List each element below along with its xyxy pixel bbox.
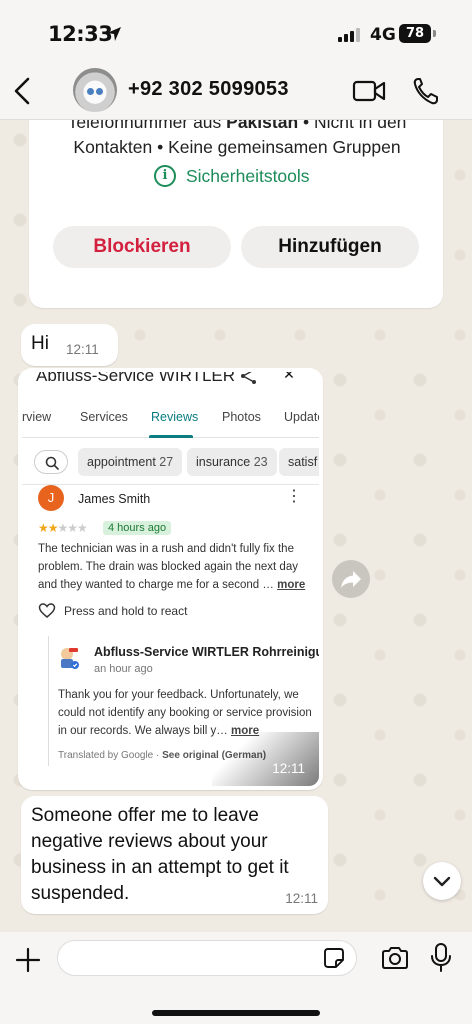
microphone-icon[interactable] bbox=[430, 942, 452, 974]
reviewer-name: James Smith bbox=[78, 492, 151, 506]
owner-name: Abfluss-Service WIRTLER Rohrreinigun… bbox=[94, 645, 319, 659]
home-indicator bbox=[152, 1010, 320, 1016]
camera-icon[interactable] bbox=[380, 944, 410, 972]
shared-screenshot[interactable]: Abfluss-Service WIRTLER ✕ rview Services… bbox=[22, 372, 319, 786]
network-type: 4G bbox=[370, 25, 396, 45]
signal-strength-icon bbox=[338, 28, 360, 42]
react-hint: Press and hold to react bbox=[38, 602, 187, 620]
message-time: 12:11 bbox=[66, 342, 99, 357]
tab-overview: rview bbox=[22, 410, 52, 424]
business-title: Abfluss-Service WIRTLER bbox=[36, 372, 236, 385]
status-time: 12:33 bbox=[48, 22, 113, 46]
message-text: Hi bbox=[31, 333, 49, 354]
plus-icon[interactable] bbox=[14, 946, 42, 974]
more-options-icon: ⋮ bbox=[286, 488, 302, 505]
sticker-icon[interactable] bbox=[322, 946, 346, 970]
back-chevron-icon[interactable] bbox=[8, 72, 38, 110]
owner-reply-time: an hour ago bbox=[94, 663, 153, 675]
business-logo-icon bbox=[61, 648, 79, 669]
reviewer-avatar: J bbox=[38, 485, 64, 511]
tab-updates: Update bbox=[284, 410, 319, 424]
location-arrow-icon bbox=[107, 27, 121, 41]
filter-chip: satisf bbox=[279, 448, 319, 476]
forward-arrow-icon bbox=[341, 571, 361, 588]
safety-tools-link[interactable]: i Sicherheitstools bbox=[154, 165, 310, 187]
message-text: Someone offer me to leave negative revie… bbox=[31, 805, 289, 904]
search-chip bbox=[34, 450, 68, 474]
battery-icon: 78 bbox=[399, 24, 431, 43]
heart-icon bbox=[38, 603, 56, 618]
tab-reviews: Reviews bbox=[151, 410, 199, 424]
react-label: Press and hold to react bbox=[64, 604, 188, 618]
input-bar bbox=[0, 932, 472, 1024]
review-text: The technician was in a rush and didn't … bbox=[38, 543, 306, 591]
search-icon bbox=[45, 456, 59, 470]
phone-call-icon[interactable] bbox=[412, 76, 440, 106]
filter-chip: insurance 23 bbox=[187, 448, 277, 476]
filter-chip: appointment 27 bbox=[78, 448, 183, 476]
chevron-down-icon bbox=[433, 876, 451, 887]
contact-name[interactable]: +92 302 5099053 bbox=[128, 78, 289, 101]
safety-tools-label: Sicherheitstools bbox=[186, 165, 310, 186]
scroll-to-bottom-button[interactable] bbox=[423, 862, 461, 900]
contact-info-card: Telefonnummer aus Pakistan • Nicht in de… bbox=[29, 120, 443, 308]
forward-button[interactable] bbox=[332, 560, 370, 598]
video-call-icon[interactable] bbox=[352, 78, 386, 104]
star-rating: ★★★★★ bbox=[38, 521, 88, 535]
tabs: rview Services Reviews Photos Update bbox=[22, 408, 319, 438]
block-button[interactable]: Blockieren bbox=[53, 226, 231, 268]
review-time-badge: 4 hours ago bbox=[103, 521, 172, 535]
message-bubble[interactable]: Someone offer me to leave negative revie… bbox=[21, 796, 328, 914]
message-time: 12:11 bbox=[285, 891, 318, 906]
tab-photos: Photos bbox=[222, 410, 261, 424]
message-time: 12:11 bbox=[272, 761, 305, 776]
status-bar: 12:33 4G 78 bbox=[0, 0, 472, 62]
add-contact-button[interactable]: Hinzufügen bbox=[241, 226, 419, 268]
info-icon: i bbox=[154, 165, 176, 187]
battery-tip bbox=[433, 30, 436, 37]
active-tab-indicator bbox=[149, 435, 193, 438]
reply-thread-line bbox=[48, 636, 49, 766]
timestamp-shade bbox=[212, 732, 319, 786]
avatar[interactable] bbox=[73, 68, 117, 112]
message-bubble[interactable]: Hi 12:11 bbox=[21, 324, 118, 366]
chat-header: +92 302 5099053 bbox=[0, 62, 472, 120]
share-icon bbox=[241, 372, 256, 384]
chat-area[interactable]: Telefonnummer aus Pakistan • Nicht in de… bbox=[0, 120, 472, 932]
tab-services: Services bbox=[80, 410, 128, 424]
close-icon: ✕ bbox=[283, 372, 295, 382]
divider bbox=[22, 484, 319, 485]
contact-info-text: Telefonnummer aus Pakistan • Nicht in de… bbox=[67, 120, 407, 157]
image-message-bubble[interactable]: Abfluss-Service WIRTLER ✕ rview Services… bbox=[18, 368, 323, 790]
message-input[interactable] bbox=[57, 940, 357, 976]
